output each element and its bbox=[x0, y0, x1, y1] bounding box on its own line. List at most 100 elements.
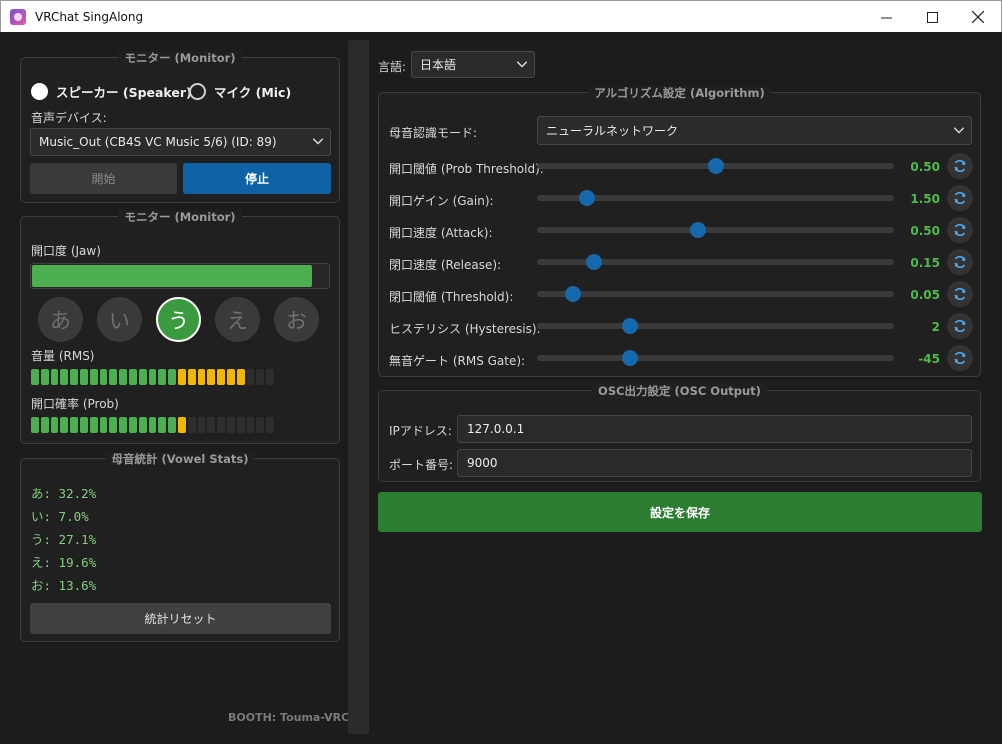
osc-group-title: OSC出力設定 (OSC Output) bbox=[592, 384, 767, 398]
refresh-icon bbox=[954, 319, 966, 333]
meter-segment bbox=[79, 369, 88, 385]
monitor-group: モニター (Monitor) 開口度 (Jaw) あいうえお 音量 (RMS) … bbox=[20, 210, 340, 444]
start-button[interactable]: 開始 bbox=[30, 163, 177, 194]
device-label: 音声デバイス: bbox=[31, 111, 107, 125]
meter-segment bbox=[138, 369, 147, 385]
slider-track[interactable] bbox=[537, 318, 894, 334]
meter-segment bbox=[31, 417, 39, 433]
slider-thumb[interactable] bbox=[689, 222, 706, 238]
vowel-indicator: え bbox=[215, 297, 260, 342]
port-label: ポート番号: bbox=[389, 458, 454, 472]
vowel-indicator: う bbox=[156, 297, 201, 342]
meter-segment bbox=[40, 417, 49, 433]
slider-label: 開口ゲイン (Gain): bbox=[389, 194, 494, 208]
reset-slider-button[interactable] bbox=[947, 281, 973, 307]
stop-button[interactable]: 停止 bbox=[183, 163, 331, 194]
maximize-button[interactable] bbox=[909, 1, 955, 33]
vowel-indicator: あ bbox=[38, 297, 83, 342]
slider-track[interactable] bbox=[537, 254, 894, 270]
reset-slider-button[interactable] bbox=[947, 185, 973, 211]
meter-segment bbox=[89, 417, 98, 433]
meter-segment bbox=[197, 417, 206, 433]
slider-track[interactable] bbox=[537, 222, 894, 238]
meter-segment bbox=[236, 369, 245, 385]
slider-track[interactable] bbox=[537, 190, 894, 206]
refresh-icon bbox=[954, 191, 966, 205]
slider-label: 無音ゲート (RMS Gate): bbox=[389, 354, 526, 368]
slider-value: 0.50 bbox=[910, 224, 940, 238]
reset-slider-button[interactable] bbox=[947, 153, 973, 179]
save-settings-button[interactable]: 設定を保存 bbox=[378, 492, 982, 532]
slider-thumb[interactable] bbox=[564, 286, 581, 302]
meter-segment bbox=[266, 417, 274, 433]
vowel-stat-line: い: 7.0% bbox=[31, 509, 89, 524]
slider-track[interactable] bbox=[537, 158, 894, 174]
refresh-icon bbox=[954, 351, 966, 365]
device-select[interactable]: Music_Out (CB4S VC Music 5/6) (ID: 89) bbox=[30, 128, 331, 156]
algorithm-group-title: アルゴリズム設定 (Algorithm) bbox=[588, 86, 771, 100]
meter-segment bbox=[246, 417, 255, 433]
maximize-icon bbox=[926, 11, 938, 23]
reset-stats-button[interactable]: 統計リセット bbox=[30, 603, 331, 634]
slider-label: 閉口閾値 (Threshold): bbox=[389, 290, 514, 304]
reset-slider-button[interactable] bbox=[947, 345, 973, 371]
slider-thumb[interactable] bbox=[586, 254, 603, 270]
speaker-radio[interactable]: スピーカー (Speaker) bbox=[31, 82, 192, 101]
refresh-icon bbox=[954, 255, 966, 269]
refresh-icon bbox=[954, 287, 966, 301]
slider-thumb[interactable] bbox=[621, 350, 638, 366]
reset-slider-button[interactable] bbox=[947, 313, 973, 339]
slider-track[interactable] bbox=[537, 350, 894, 366]
meter-segment bbox=[256, 369, 265, 385]
meter-segment bbox=[89, 369, 98, 385]
mode-label: 母音認識モード: bbox=[389, 126, 478, 140]
slider-value: 0.15 bbox=[910, 256, 940, 270]
meter-segment bbox=[177, 369, 186, 385]
close-button[interactable] bbox=[955, 1, 1001, 33]
vowel-stats-list: あ: 32.2% い: 7.0% う: 27.1% え: 19.6% お: 13.6% bbox=[31, 483, 96, 598]
meter-segment bbox=[226, 417, 235, 433]
jaw-label: 開口度 (Jaw) bbox=[31, 244, 101, 258]
algorithm-group: アルゴリズム設定 (Algorithm) 母音認識モード: ニューラルネットワー… bbox=[378, 86, 981, 377]
client-area: モニター (Monitor) スピーカー (Speaker) マイク (Mic)… bbox=[0, 32, 1002, 744]
vowel-stat-line: お: 13.6% bbox=[31, 578, 97, 593]
stats-group-title: 母音統計 (Vowel Stats) bbox=[105, 452, 255, 466]
meter-segment bbox=[187, 417, 196, 433]
title-bar: VRChat SingAlong bbox=[0, 0, 1002, 32]
meter-segment bbox=[266, 369, 274, 385]
prob-label: 開口確率 (Prob) bbox=[31, 397, 119, 411]
slider-thumb[interactable] bbox=[621, 318, 638, 334]
slider-thumb[interactable] bbox=[578, 190, 595, 206]
port-input[interactable]: 9000 bbox=[457, 449, 972, 477]
rms-meter bbox=[31, 369, 274, 385]
meter-segment bbox=[246, 369, 255, 385]
mic-radio[interactable]: マイク (Mic) bbox=[189, 82, 291, 101]
meter-segment bbox=[99, 369, 108, 385]
slider-value: 1.50 bbox=[910, 192, 940, 206]
meter-segment bbox=[207, 369, 216, 385]
panel-splitter[interactable] bbox=[348, 40, 369, 734]
jaw-level-bar bbox=[30, 263, 330, 289]
vowel-stat-line: う: 27.1% bbox=[31, 532, 97, 547]
reset-slider-button[interactable] bbox=[947, 249, 973, 275]
reset-slider-button[interactable] bbox=[947, 217, 973, 243]
vowel-stat-line: え: 19.6% bbox=[31, 555, 97, 570]
language-select[interactable]: 日本語 bbox=[411, 51, 535, 78]
ip-input[interactable]: 127.0.0.1 bbox=[457, 415, 972, 443]
speaker-label: スピーカー (Speaker) bbox=[56, 85, 192, 100]
meter-segment bbox=[177, 417, 186, 433]
meter-segment bbox=[70, 369, 78, 385]
radio-selected-icon bbox=[31, 83, 48, 100]
slider-value: 2 bbox=[931, 320, 940, 334]
slider-thumb[interactable] bbox=[707, 158, 724, 174]
meter-segment bbox=[119, 417, 127, 433]
meter-segment bbox=[40, 369, 49, 385]
radio-unselected-icon bbox=[189, 83, 206, 100]
minimize-button[interactable] bbox=[863, 1, 909, 33]
footer-credit: BOOTH: Touma-VRC bbox=[228, 711, 350, 724]
slider-label: 開口閾値 (Prob Threshold): bbox=[389, 162, 544, 176]
mode-select[interactable]: ニューラルネットワーク bbox=[537, 116, 972, 145]
meter-segment bbox=[207, 417, 216, 433]
ip-label: IPアドレス: bbox=[389, 424, 452, 438]
slider-track[interactable] bbox=[537, 286, 894, 302]
